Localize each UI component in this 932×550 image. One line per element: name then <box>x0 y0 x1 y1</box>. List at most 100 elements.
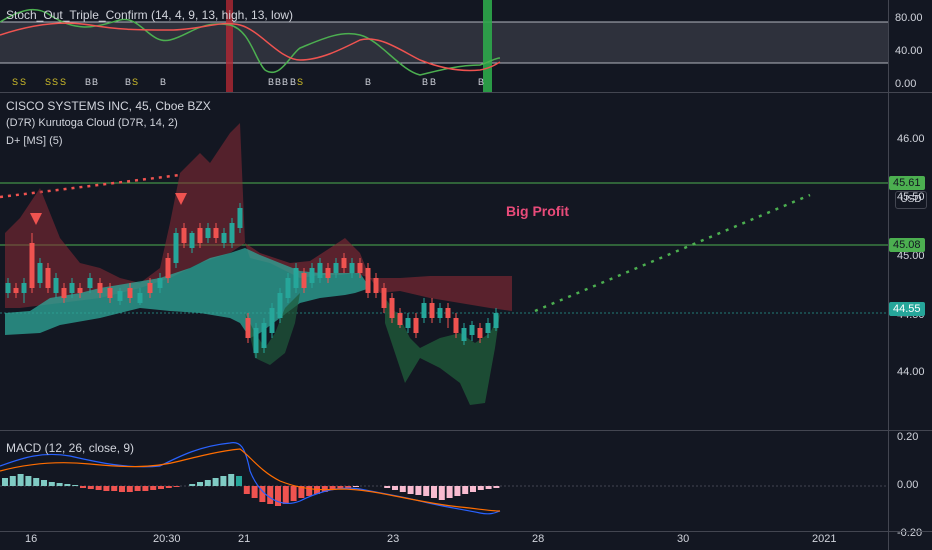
main-chart <box>0 123 888 405</box>
candle-body <box>29 243 35 288</box>
macd-hist-bar <box>251 486 258 498</box>
macd-tick-neg: -0.20 <box>897 527 923 539</box>
indicator-kurutoga[interactable]: (D7R) Kurutoga Cloud (D7R, 14, 2) <box>6 117 178 129</box>
macd-hist-bar <box>282 486 289 504</box>
stoch-pane[interactable]: Stoch_Out_Triple_Confirm (14, 4, 9, 13, … <box>0 0 932 92</box>
signal-line <box>0 448 501 512</box>
candle-body <box>325 268 331 278</box>
candle-body <box>269 308 275 333</box>
macd-hist-bar <box>72 485 79 486</box>
time-tick-21: 21 <box>238 533 251 545</box>
candle-body <box>389 298 395 318</box>
candle-body <box>137 293 143 303</box>
candle-body <box>445 308 451 318</box>
stoch-signal-s: S <box>132 77 139 87</box>
candle-body <box>397 313 403 325</box>
candle-body <box>221 233 227 243</box>
macd-hist-bar <box>111 486 118 491</box>
stoch-signal-b: B <box>290 77 297 87</box>
candle-body <box>309 268 315 283</box>
candle-body <box>229 223 235 243</box>
candle-body <box>213 228 219 238</box>
level-badge-high: 45.61 <box>889 176 925 190</box>
candle-body <box>237 208 243 228</box>
stoch-signal-b: B <box>85 77 92 87</box>
macd-hist-bar <box>17 474 24 486</box>
macd-hist-bar <box>158 486 164 489</box>
time-tick-2030: 20:30 <box>153 533 181 545</box>
candle-body <box>205 228 211 238</box>
candle-body <box>253 328 259 353</box>
macd-tick-pos: 0.20 <box>897 431 919 443</box>
macd-hist-bar <box>415 486 422 495</box>
price-tick-45-50: 45.50 <box>897 191 925 203</box>
candle-body <box>107 288 113 298</box>
candle-body <box>165 258 171 278</box>
stoch-signal-s: S <box>60 77 67 87</box>
stoch-signal-b: B <box>268 77 275 87</box>
macd-hist-bar <box>80 486 86 488</box>
symbol-title[interactable]: CISCO SYSTEMS INC, 45, Cboe BZX <box>6 99 211 113</box>
price-tick-46: 46.00 <box>897 133 925 145</box>
level-badge-mid: 45.08 <box>889 238 925 252</box>
macd-hist-bar <box>189 484 196 486</box>
candle-body <box>97 283 103 293</box>
stoch-signal-s: S <box>45 77 52 87</box>
macd-hist-bar <box>275 486 281 506</box>
macd-hist-bar <box>64 484 71 486</box>
stoch-tick-80: 80.00 <box>895 12 923 24</box>
indicator-dplus[interactable]: D+ [MS] (5) <box>6 135 63 147</box>
stoch-signal-b: B <box>365 77 372 87</box>
macd-hist-bar <box>126 486 133 492</box>
macd-hist-bar <box>243 486 250 494</box>
candle-body <box>127 288 133 298</box>
candle-body <box>245 318 251 338</box>
time-tick-30: 30 <box>677 533 690 545</box>
stoch-signal-b: B <box>160 77 167 87</box>
main-pane[interactable]: CISCO SYSTEMS INC, 45, Cboe BZX (D7R) Ku… <box>0 93 932 430</box>
macd-hist-bar <box>33 478 40 486</box>
price-axis-border <box>888 0 889 550</box>
macd-hist-bar <box>470 486 476 492</box>
stoch-tick-40: 40.00 <box>895 45 923 57</box>
macd-hist-bar <box>267 486 274 504</box>
candle-body <box>317 263 323 278</box>
candle-body <box>349 263 355 273</box>
candle-body <box>87 278 93 288</box>
macd-hist-bar <box>399 486 406 492</box>
candle-body <box>485 323 491 333</box>
stoch-signal-b: B <box>422 77 429 87</box>
candle-body <box>477 328 483 338</box>
macd-tick-zero: 0.00 <box>897 479 919 491</box>
candle-body <box>285 278 291 298</box>
candle-body <box>461 328 467 341</box>
candle-body <box>381 288 387 308</box>
macd-pane[interactable]: MACD (12, 26, close, 9) 0.20 0.00 -0.20 <box>0 431 932 539</box>
macd-hist-bar <box>431 486 437 498</box>
stoch-tick-0: 0.00 <box>895 78 917 90</box>
macd-title[interactable]: MACD (12, 26, close, 9) <box>6 441 134 455</box>
macd-hist-bar <box>423 486 430 496</box>
stoch-signal-b: B <box>282 77 289 87</box>
candle-body <box>301 273 307 288</box>
stoch-signal-b: B <box>430 77 437 87</box>
stoch-signal-s: S <box>20 77 27 87</box>
candle-body <box>21 283 27 293</box>
candle-body <box>147 283 153 293</box>
candle-body <box>437 308 443 318</box>
macd-hist-bar <box>407 486 414 494</box>
candle-body <box>77 288 83 293</box>
macd-hist-bar <box>290 486 297 501</box>
macd-hist-bar <box>48 482 55 486</box>
candle-body <box>493 313 499 328</box>
candle-body <box>189 233 195 248</box>
candle-body <box>69 283 75 293</box>
macd-hist-bar <box>95 486 102 490</box>
macd-hist-bar <box>454 486 461 496</box>
candle-body <box>37 263 43 283</box>
macd-hist-bar <box>134 486 141 491</box>
macd-hist-bar <box>150 486 157 490</box>
macd-hist-bar <box>220 476 227 486</box>
macd-hist-bar <box>384 486 391 488</box>
time-tick-28: 28 <box>532 533 545 545</box>
